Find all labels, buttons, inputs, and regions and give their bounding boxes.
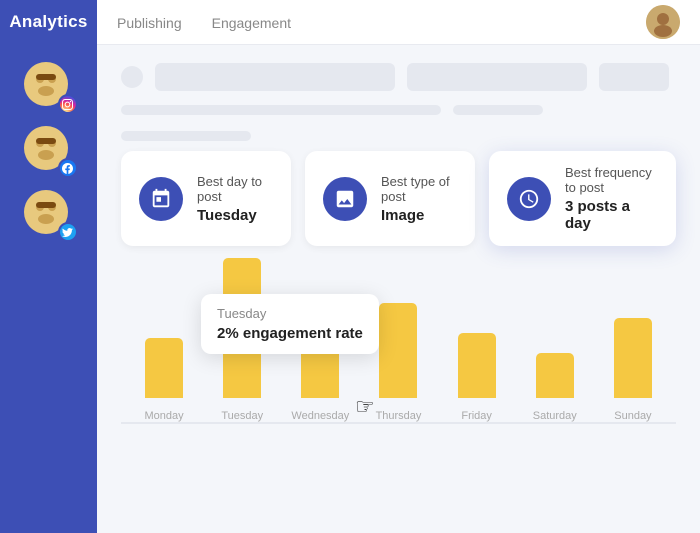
sidebar-item-instagram[interactable] (24, 62, 74, 112)
skeleton-bar-3 (599, 63, 669, 91)
skeleton-icon-1 (121, 66, 143, 88)
sidebar: Analytics (0, 0, 97, 533)
bar-label-wednesday: Wednesday (291, 410, 349, 422)
best-day-text: Best day to post Tuesday (197, 174, 273, 224)
card-best-frequency: Best frequency to post 3 posts a day (489, 151, 676, 246)
bar-thursday[interactable] (379, 303, 417, 398)
instagram-badge (58, 94, 78, 114)
skeleton-bar-4 (121, 105, 441, 115)
card-best-day: Best day to post Tuesday (121, 151, 291, 246)
tab-publishing[interactable]: Publishing (117, 1, 182, 43)
twitter-badge (58, 222, 78, 242)
clock-icon (518, 188, 540, 210)
chart-tooltip: Tuesday 2% engagement rate (201, 294, 379, 354)
clock-icon-bg (507, 177, 551, 221)
bar-label-thursday: Thursday (376, 410, 422, 422)
filter-row (121, 63, 676, 91)
best-day-value: Tuesday (197, 207, 273, 224)
top-navigation: Publishing Engagement (97, 0, 700, 45)
bar-friday[interactable] (458, 333, 496, 398)
chart-area: Tuesday 2% engagement rate ☞ MondayTuesd… (121, 264, 676, 523)
best-type-text: Best type of post Image (381, 174, 457, 224)
calendar-icon (150, 188, 172, 210)
bar-group-monday: Monday (131, 338, 197, 422)
best-frequency-text: Best frequency to post 3 posts a day (565, 165, 658, 232)
best-type-title: Best type of post (381, 174, 457, 204)
insight-cards: Best day to post Tuesday Best type of po… (121, 151, 676, 246)
skeleton-row-2 (121, 105, 676, 115)
sidebar-item-twitter[interactable] (24, 190, 74, 240)
calendar-icon-bg (139, 177, 183, 221)
sidebar-item-facebook[interactable] (24, 126, 74, 176)
bar-label-monday: Monday (145, 410, 184, 422)
main-area: Publishing Engagement (97, 0, 700, 533)
image-icon-bg (323, 177, 367, 221)
bar-chart: Tuesday 2% engagement rate ☞ MondayTuesd… (121, 264, 676, 464)
tab-engagement[interactable]: Engagement (212, 1, 291, 43)
best-day-title: Best day to post (197, 174, 273, 204)
card-best-type: Best type of post Image (305, 151, 475, 246)
bar-label-sunday: Sunday (614, 410, 651, 422)
skeleton-bar-1 (155, 63, 395, 91)
bar-group-sunday: Sunday (600, 318, 666, 422)
facebook-badge (58, 158, 78, 178)
bar-saturday[interactable] (536, 353, 574, 398)
best-type-value: Image (381, 207, 457, 224)
content-area: Best day to post Tuesday Best type of po… (97, 45, 700, 533)
bar-label-saturday: Saturday (533, 410, 577, 422)
bar-group-friday: Friday (444, 333, 510, 422)
section-label-skeleton (121, 131, 251, 141)
bar-monday[interactable] (145, 338, 183, 398)
best-frequency-title: Best frequency to post (565, 165, 658, 195)
account-list (24, 62, 74, 240)
bar-label-friday: Friday (461, 410, 492, 422)
skeleton-bar-2 (407, 63, 587, 91)
nav-tabs: Publishing Engagement (117, 1, 291, 43)
bar-label-tuesday: Tuesday (221, 410, 263, 422)
tooltip-day: Tuesday (217, 306, 363, 321)
sidebar-title: Analytics (0, 0, 97, 44)
skeleton-bar-5 (453, 105, 543, 115)
bar-sunday[interactable] (614, 318, 652, 398)
tooltip-value: 2% engagement rate (217, 325, 363, 342)
image-icon (334, 188, 356, 210)
user-avatar[interactable] (646, 5, 680, 39)
best-frequency-value: 3 posts a day (565, 198, 658, 232)
bar-group-saturday: Saturday (522, 353, 588, 422)
